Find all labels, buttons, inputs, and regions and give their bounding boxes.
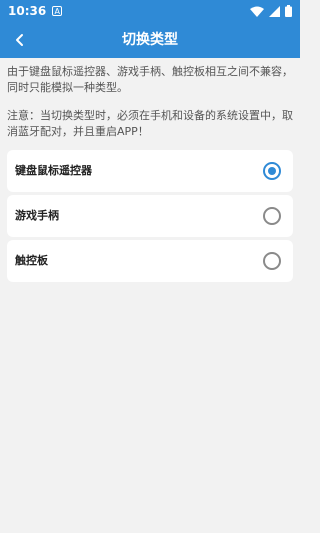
option-label: 游戏手柄 — [15, 209, 59, 222]
radio-unselected[interactable] — [263, 207, 281, 225]
option-label: 触控板 — [15, 254, 48, 267]
status-time: 10:36 — [8, 4, 47, 18]
signal-icon — [269, 5, 280, 17]
status-icons — [250, 5, 292, 17]
app-bar: 切换类型 — [0, 22, 300, 58]
status-bar: 10:36 A — [0, 0, 300, 22]
option-keyboard-mouse-remote[interactable]: 键盘鼠标遥控器 — [7, 150, 293, 192]
option-gamepad[interactable]: 游戏手柄 — [7, 195, 293, 237]
option-label: 键盘鼠标遥控器 — [15, 164, 92, 177]
radio-selected[interactable] — [263, 162, 281, 180]
compatibility-note: 由于键盘鼠标遥控器、游戏手柄、触控板相互之间不兼容，同时只能模拟一种类型。 — [7, 65, 293, 94]
radio-unselected[interactable] — [263, 252, 281, 270]
notification-a-icon: A — [52, 6, 63, 16]
battery-icon — [285, 5, 292, 17]
wifi-icon — [250, 6, 264, 17]
page-title: 切换类型 — [122, 32, 178, 48]
warning-note: 注意：当切换类型时，必须在手机和设备的系统设置中，取消蓝牙配对，并且重启APP！ — [7, 109, 293, 138]
option-touchpad[interactable]: 触控板 — [7, 240, 293, 282]
